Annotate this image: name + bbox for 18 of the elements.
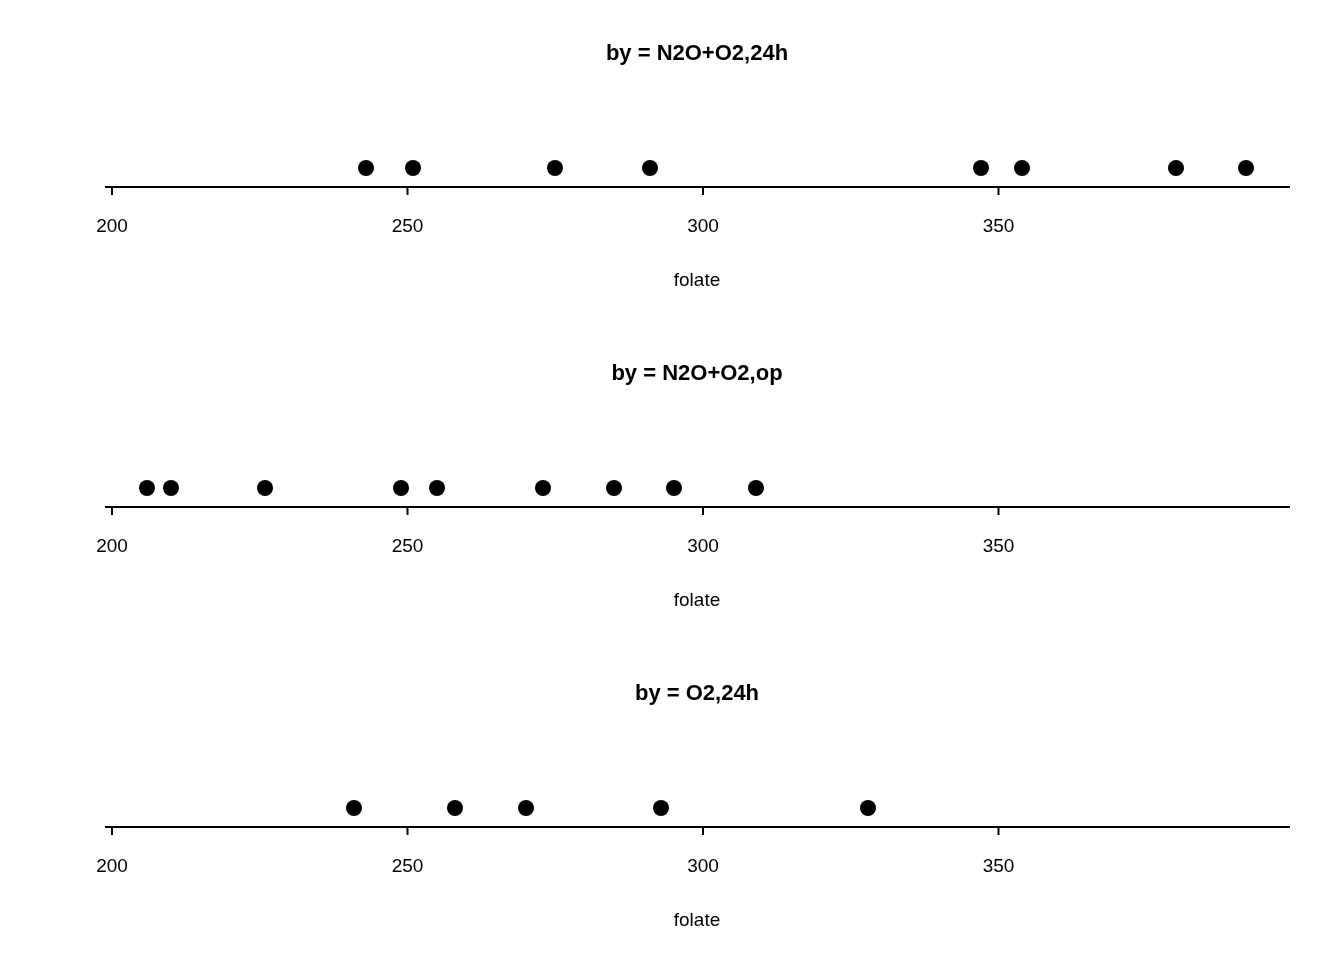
tick-label: 250 xyxy=(391,855,424,876)
axis-label: folate xyxy=(673,909,721,930)
tick-label: 300 xyxy=(687,535,719,556)
tick-label: 200 xyxy=(96,215,128,236)
tick-label: 200 xyxy=(96,855,128,876)
axis-label: folate xyxy=(673,269,721,290)
tick-label: 300 xyxy=(687,855,719,876)
tick-label: 350 xyxy=(982,215,1015,236)
tick-label: 350 xyxy=(982,535,1015,556)
chart-title: by = O2,24h xyxy=(634,680,760,705)
tick-label: 200 xyxy=(96,535,128,556)
axis-label: folate xyxy=(673,589,721,610)
chart-title: by = N2O+O2,24h xyxy=(605,40,789,65)
tick-label: 350 xyxy=(982,855,1015,876)
tick-label: 300 xyxy=(687,215,719,236)
tick-label: 250 xyxy=(391,535,424,556)
chart-title: by = N2O+O2,op xyxy=(611,360,783,385)
tick-label: 250 xyxy=(391,215,424,236)
